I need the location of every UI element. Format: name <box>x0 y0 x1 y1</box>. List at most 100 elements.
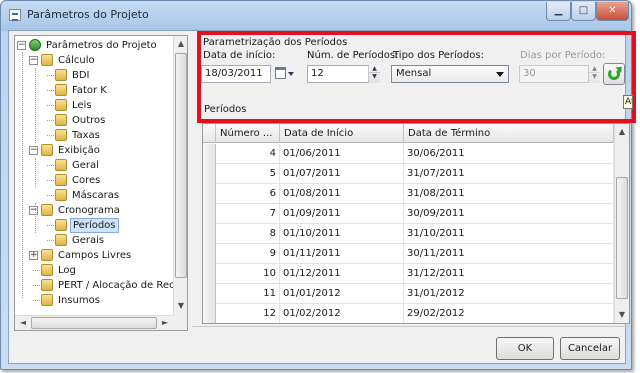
tree-item[interactable]: Insumos <box>15 293 172 308</box>
days-per-period-stepper[interactable]: ▲ ▼ <box>588 65 600 83</box>
start-date-input[interactable]: 18/03/2011 <box>201 65 271 83</box>
tree-item[interactable]: Cores <box>15 173 172 188</box>
table-row[interactable]: 5 01/07/2011 31/07/2011 <box>203 164 614 184</box>
table-row[interactable]: 6 01/08/2011 31/08/2011 <box>203 184 614 204</box>
cell-start[interactable]: 01/06/2011 <box>280 144 404 164</box>
tree-item[interactable]: Geral <box>15 158 172 173</box>
spin-down-icon[interactable]: ▼ <box>369 73 380 81</box>
cell-end[interactable]: 29/02/2012 <box>404 304 614 323</box>
cell-start[interactable]: 01/08/2011 <box>280 184 404 204</box>
ok-button[interactable]: OK <box>496 337 554 360</box>
table-row[interactable]: 8 01/10/2011 31/10/2011 <box>203 224 614 244</box>
scroll-thumb[interactable] <box>31 317 157 329</box>
tree-item[interactable]: BDI <box>15 68 172 83</box>
tree-item[interactable]: − Cronograma <box>15 203 172 218</box>
column-header-start[interactable]: Data de Início <box>280 124 404 143</box>
cell-start[interactable]: 01/09/2011 <box>280 204 404 224</box>
tree-vertical-scrollbar[interactable]: ▲ ▼ <box>173 36 187 315</box>
grid-vertical-scrollbar[interactable]: ▲ ▼ <box>614 124 629 323</box>
tree-horizontal-scrollbar[interactable]: ◄ ► <box>15 315 173 330</box>
tree-item[interactable]: Taxas <box>15 128 172 143</box>
title-bar[interactable]: Parâmetros do Projeto ▁ □ ✕ <box>1 1 631 29</box>
spin-up-icon[interactable]: ▲ <box>589 65 600 73</box>
collapse-icon[interactable]: − <box>17 41 26 50</box>
row-selector[interactable] <box>203 244 216 264</box>
cell-end[interactable]: 30/09/2011 <box>404 204 614 224</box>
minimize-button[interactable]: ▁ <box>546 2 571 21</box>
tree-item[interactable]: Outros <box>15 113 172 128</box>
row-selector[interactable] <box>203 264 216 284</box>
cell-start[interactable]: 01/02/2012 <box>280 304 404 323</box>
row-selector[interactable] <box>203 204 216 224</box>
collapse-icon[interactable]: − <box>29 56 38 65</box>
cell-start[interactable]: 01/07/2011 <box>280 164 404 184</box>
tree-item[interactable]: Leis <box>15 98 172 113</box>
close-button[interactable]: ✕ <box>596 2 629 21</box>
table-row[interactable]: 7 01/09/2011 30/09/2011 <box>203 204 614 224</box>
column-header-end[interactable]: Data de Término <box>404 124 614 143</box>
cell-start[interactable]: 01/10/2011 <box>280 224 404 244</box>
table-row[interactable]: 4 01/06/2011 30/06/2011 <box>203 144 614 164</box>
row-selector[interactable] <box>203 144 216 164</box>
period-type-select[interactable]: Mensal <box>391 65 509 83</box>
row-selector[interactable] <box>203 184 216 204</box>
cell-end[interactable]: 31/01/2012 <box>404 284 614 304</box>
table-row[interactable]: 12 01/02/2012 29/02/2012 <box>203 304 614 323</box>
cell-num[interactable]: 7 <box>216 204 280 224</box>
tree-item[interactable]: − Parâmetros do Projeto <box>15 38 172 53</box>
spin-up-icon[interactable]: ▲ <box>369 65 380 73</box>
days-per-period-input[interactable]: 30 <box>519 65 589 83</box>
cell-end[interactable]: 31/08/2011 <box>404 184 614 204</box>
cell-end[interactable]: 31/10/2011 <box>404 224 614 244</box>
cell-num[interactable]: 5 <box>216 164 280 184</box>
scroll-down-icon[interactable]: ▼ <box>174 299 187 313</box>
tree-item[interactable]: Fator K <box>15 83 172 98</box>
cell-num[interactable]: 12 <box>216 304 280 323</box>
cell-start[interactable]: 01/11/2011 <box>280 244 404 264</box>
scroll-left-icon[interactable]: ◄ <box>16 316 30 330</box>
cell-num[interactable]: 4 <box>216 144 280 164</box>
tree-item[interactable]: Gerais <box>15 233 172 248</box>
tree-item[interactable]: + Campos Livres <box>15 248 172 263</box>
scroll-thumb[interactable] <box>175 53 187 278</box>
tree-item[interactable]: Períodos <box>15 218 172 233</box>
update-periods-button[interactable] <box>603 63 625 85</box>
cell-num[interactable]: 10 <box>216 264 280 284</box>
collapse-icon[interactable]: − <box>29 206 38 215</box>
num-periods-input[interactable]: 12 <box>307 65 369 83</box>
scroll-down-icon[interactable]: ▼ <box>615 308 629 322</box>
tree-item[interactable]: Log <box>15 263 172 278</box>
row-selector[interactable] <box>203 284 216 304</box>
cell-num[interactable]: 6 <box>216 184 280 204</box>
scroll-up-icon[interactable]: ▲ <box>174 37 187 51</box>
scroll-right-icon[interactable]: ► <box>158 316 172 330</box>
scroll-thumb[interactable] <box>616 177 628 299</box>
table-row[interactable]: 10 01/12/2011 31/12/2011 <box>203 264 614 284</box>
cell-start[interactable]: 01/12/2011 <box>280 264 404 284</box>
table-row[interactable]: 9 01/11/2011 30/11/2011 <box>203 244 614 264</box>
cell-end[interactable]: 31/12/2011 <box>404 264 614 284</box>
tree-item[interactable]: Máscaras <box>15 188 172 203</box>
cancel-button[interactable]: Cancelar <box>560 337 620 360</box>
num-periods-stepper[interactable]: ▲ ▼ <box>368 65 380 83</box>
collapse-icon[interactable]: − <box>29 146 38 155</box>
maximize-button[interactable]: □ <box>571 2 596 21</box>
cell-num[interactable]: 11 <box>216 284 280 304</box>
table-row[interactable]: 11 01/01/2012 31/01/2012 <box>203 284 614 304</box>
row-selector[interactable] <box>203 224 216 244</box>
cell-end[interactable]: 30/06/2011 <box>404 144 614 164</box>
cell-end[interactable]: 31/07/2011 <box>404 164 614 184</box>
tree-item[interactable]: − Cálculo <box>15 53 172 68</box>
row-selector[interactable] <box>203 164 216 184</box>
cell-num[interactable]: 9 <box>216 244 280 264</box>
cell-start[interactable]: 01/01/2012 <box>280 284 404 304</box>
date-picker-button[interactable] <box>274 65 294 83</box>
expand-icon[interactable]: + <box>29 251 38 260</box>
tree-item[interactable]: − Exibição <box>15 143 172 158</box>
spin-down-icon[interactable]: ▼ <box>589 73 600 81</box>
row-selector[interactable] <box>203 304 216 323</box>
tree-item[interactable]: PERT / Alocação de Recur <box>15 278 185 293</box>
scroll-up-icon[interactable]: ▲ <box>615 125 629 139</box>
cell-end[interactable]: 30/11/2011 <box>404 244 614 264</box>
cell-num[interactable]: 8 <box>216 224 280 244</box>
